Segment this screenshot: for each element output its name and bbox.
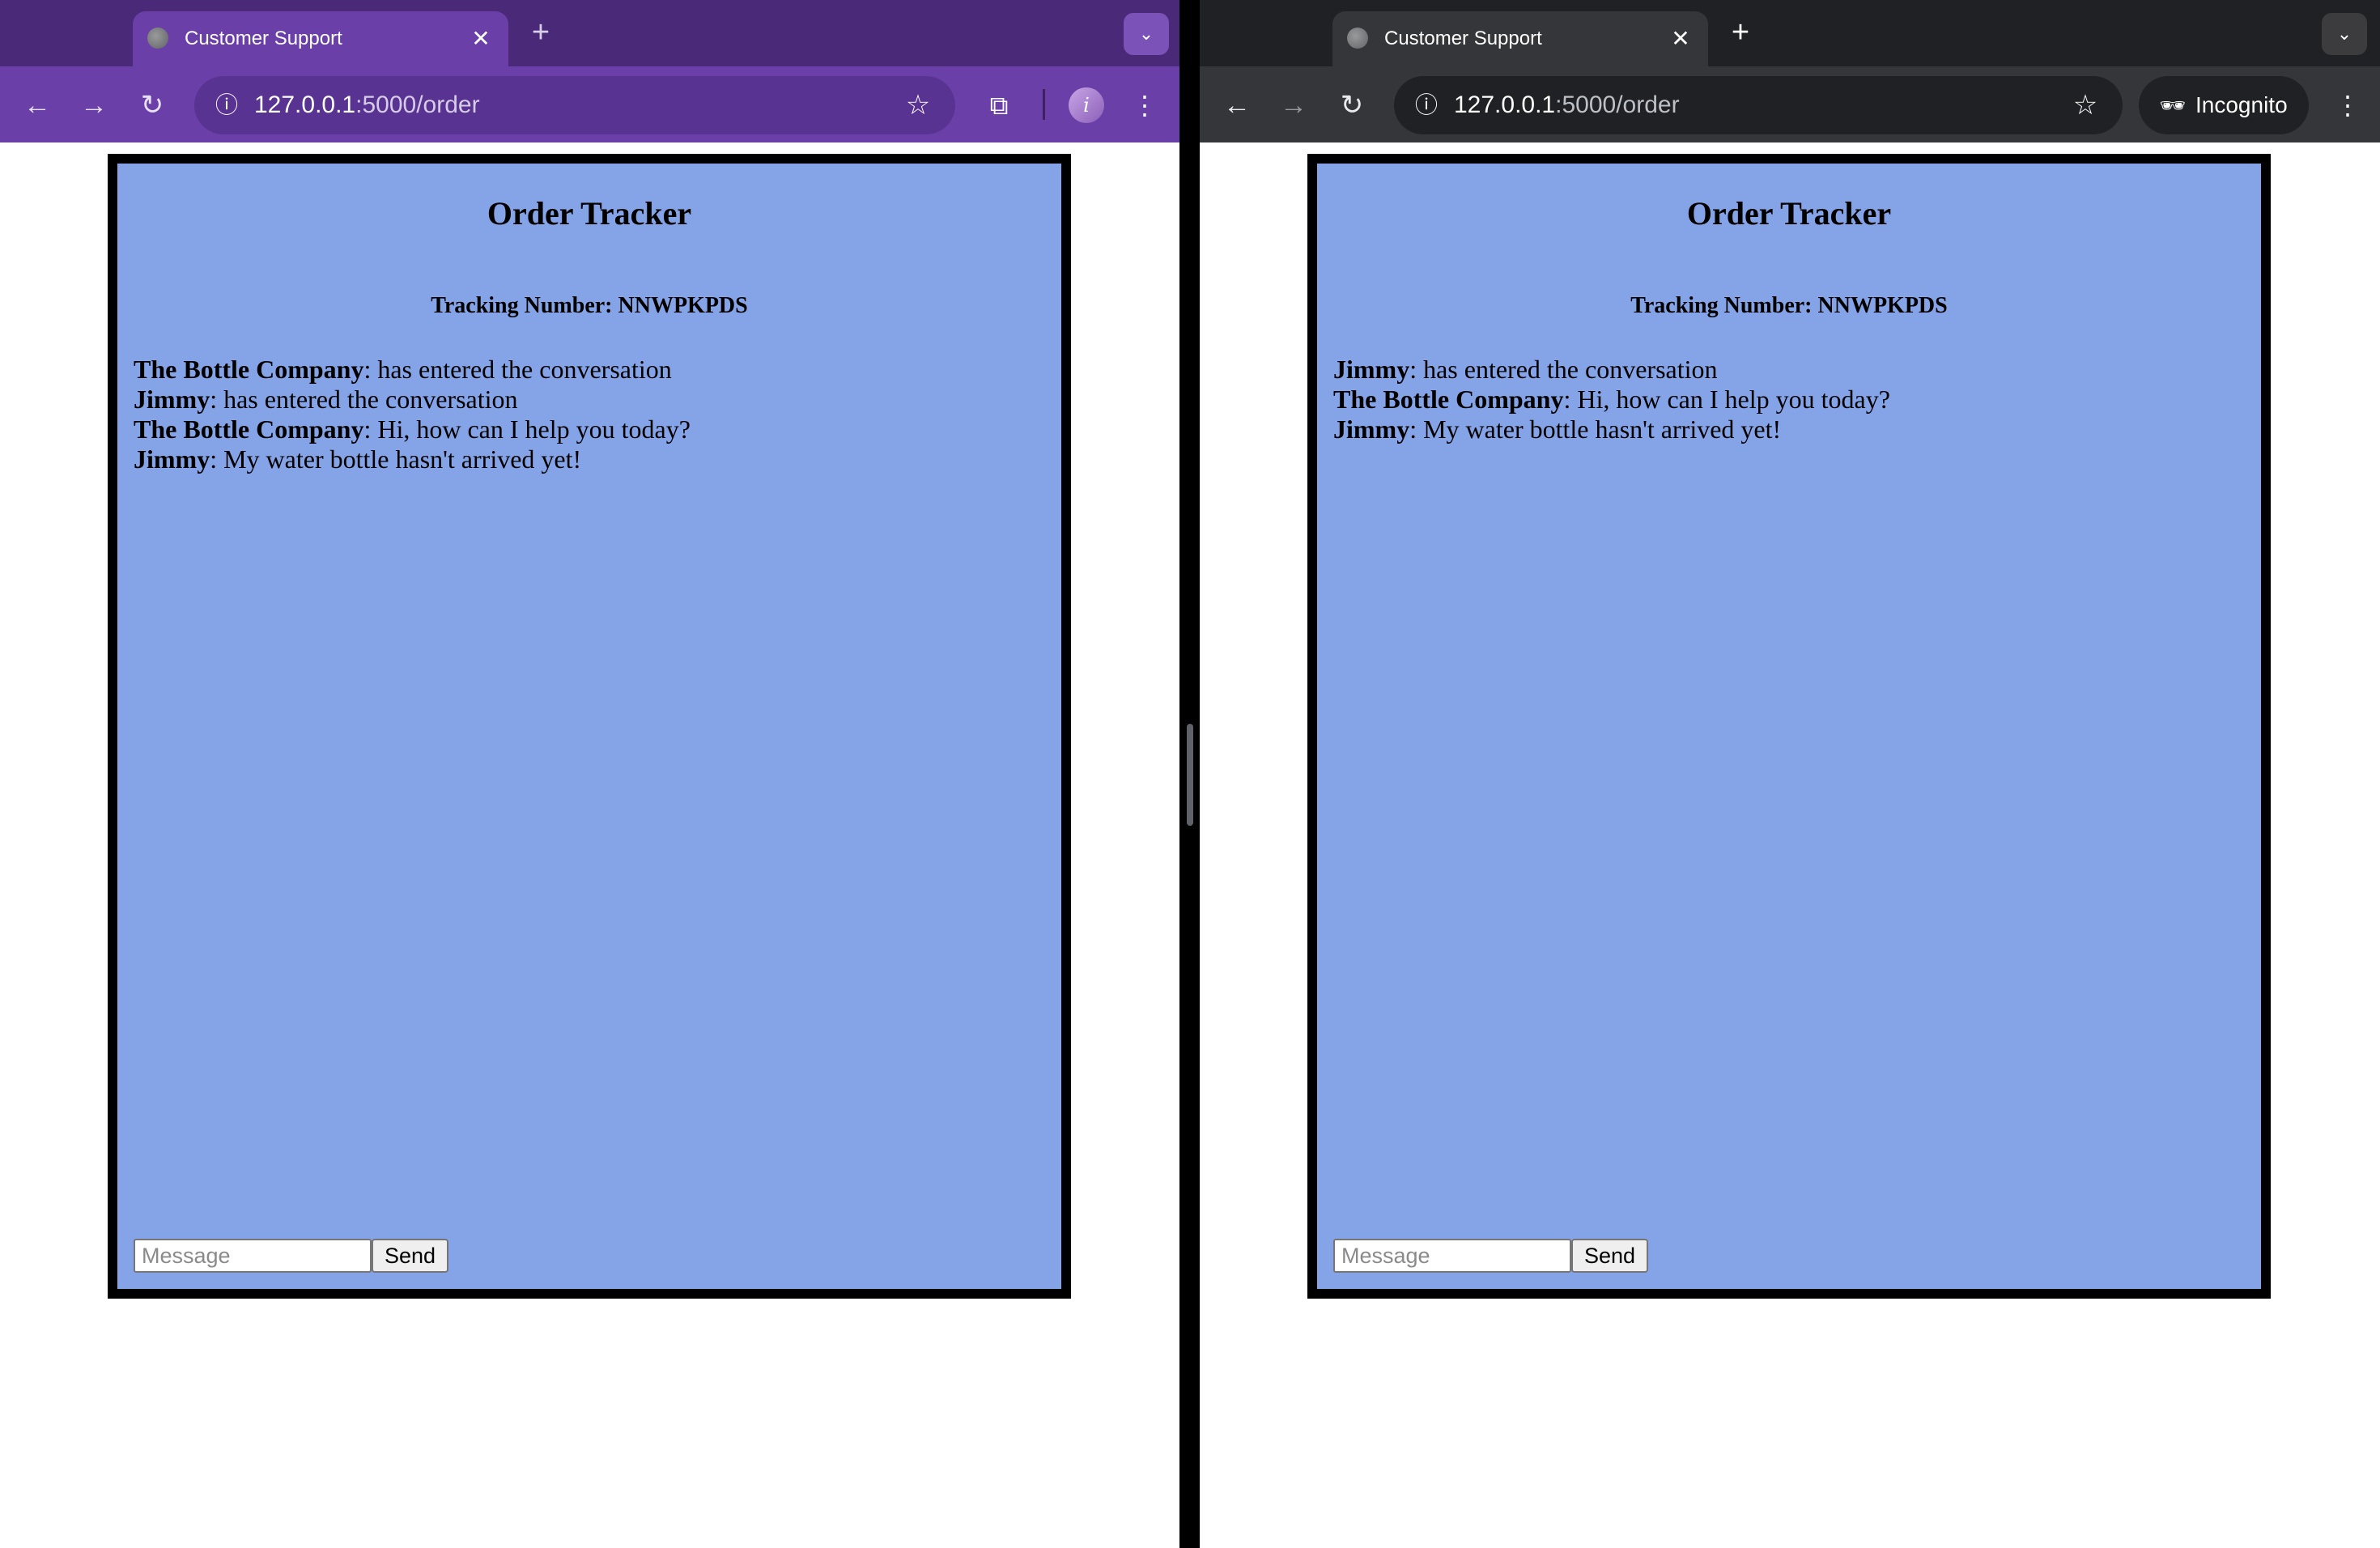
star-icon[interactable]: ☆ [899,86,937,125]
url-path: :5000/order [1555,91,1680,118]
tracking-label: Tracking Number: [431,293,613,318]
browser-toolbar: ← → ↻ ⓘ 127.0.0.1:5000/order ☆ ⧉ i ⋮ [0,66,1179,142]
message-input[interactable] [134,1239,372,1273]
address-bar[interactable]: ⓘ 127.0.0.1:5000/order ☆ [1394,76,2123,134]
globe-icon [147,28,168,49]
tracking-value: NNWPKPDS [618,293,748,318]
chat-text: : My water bottle hasn't arrived yet! [1409,415,1782,444]
chat-sender: The Bottle Company [134,355,364,384]
chat-message: Jimmy: My water bottle hasn't arrived ye… [1333,415,2245,444]
chat-message: The Bottle Company: Hi, how can I help y… [1333,385,2245,415]
browser-toolbar: ← → ↻ ⓘ 127.0.0.1:5000/order ☆ 🕶 Incogni… [1200,66,2380,142]
page-viewport: Order Tracker Tracking Number: NNWPKPDS … [1200,142,2380,1548]
new-tab-button[interactable]: + [1721,15,1760,53]
back-arrow-icon: ← [1223,90,1251,121]
reload-icon: ↻ [1340,90,1364,121]
star-icon[interactable]: ☆ [2066,86,2105,125]
tab-strip: Customer Support ✕ + ⌄ [1200,0,2380,66]
chat-text: : Hi, how can I help you today? [363,415,691,444]
globe-icon [1347,28,1368,49]
close-icon[interactable]: ✕ [465,23,497,55]
address-bar[interactable]: ⓘ 127.0.0.1:5000/order ☆ [194,76,955,134]
close-icon[interactable]: ✕ [1664,23,1697,55]
url-host: 127.0.0.1 [1454,91,1556,118]
chevron-down-icon: ⌄ [2336,23,2352,44]
chat-message: The Bottle Company: Hi, how can I help y… [134,415,1045,444]
send-button[interactable]: Send [372,1239,449,1273]
chat-sender: The Bottle Company [1333,385,1564,414]
message-input[interactable] [1333,1239,1571,1273]
kebab-menu-icon[interactable]: ⋮ [1124,84,1166,126]
split-view-divider [1179,0,1200,1548]
tracking-value: NNWPKPDS [1817,293,1948,318]
chat-message: Jimmy: has entered the conversation [134,385,1045,415]
chat-text: : has entered the conversation [363,355,672,384]
back-button[interactable]: ← [1216,84,1258,126]
order-tracker-panel: Order Tracker Tracking Number: NNWPKPDS … [1307,154,2271,1299]
split-resize-handle[interactable] [1187,724,1193,826]
forward-button[interactable]: → [1273,84,1315,126]
chat-sender: The Bottle Company [134,415,364,444]
profile-avatar[interactable]: i [1069,87,1104,123]
order-tracker-panel: Order Tracker Tracking Number: NNWPKPDS … [108,154,1071,1299]
incognito-icon: 🕶 [2159,93,2187,117]
info-icon[interactable]: ⓘ [209,87,244,123]
send-button[interactable]: Send [1571,1239,1649,1273]
incognito-label: Incognito [2195,92,2288,117]
tracking-label: Tracking Number: [1630,293,1813,318]
reload-button[interactable]: ↻ [1331,84,1373,126]
forward-button[interactable]: → [73,84,115,126]
back-button[interactable]: ← [16,84,58,126]
browser-window-left: Customer Support ✕ + ⌄ ← → ↻ ⓘ 127.0.0.1… [0,0,1179,1548]
chat-text: : My water bottle hasn't arrived yet! [210,444,582,474]
tab-title: Customer Support [185,28,342,49]
chat-sender: Jimmy [134,385,210,414]
chat-message: Jimmy: has entered the conversation [1333,355,2245,385]
chat-text: : has entered the conversation [210,385,518,414]
tab-strip: Customer Support ✕ + ⌄ [0,0,1179,66]
chat-message: Jimmy: My water bottle hasn't arrived ye… [134,444,1045,474]
url-text[interactable]: 127.0.0.1:5000/order [254,76,480,134]
reload-icon: ↻ [140,90,164,121]
toolbar-separator [1043,89,1045,120]
chat-log: The Bottle Company: has entered the conv… [134,355,1045,474]
page-title: Order Tracker [1686,195,1892,232]
info-icon[interactable]: ⓘ [1409,87,1444,123]
url-path: :5000/order [355,91,480,118]
tracking-number: Tracking Number: NNWPKPDS [1317,293,2261,319]
url-host: 127.0.0.1 [254,91,356,118]
page-title: Order Tracker [487,195,692,232]
reload-button[interactable]: ↻ [131,84,173,126]
tab-search-button[interactable]: ⌄ [1124,13,1169,55]
tab-customer-support[interactable]: Customer Support ✕ [1332,11,1708,66]
chevron-down-icon: ⌄ [1138,23,1154,44]
chat-log: Jimmy: has entered the conversation The B… [1333,355,2245,444]
forward-arrow-icon: → [80,90,108,121]
chat-text: : Hi, how can I help you today? [1563,385,1890,414]
chat-message: The Bottle Company: has entered the conv… [134,355,1045,385]
message-composer: Send [134,1239,449,1273]
url-text[interactable]: 127.0.0.1:5000/order [1454,76,1680,134]
page-viewport: Order Tracker Tracking Number: NNWPKPDS … [0,142,1179,1548]
chat-text: : has entered the conversation [1409,355,1718,384]
kebab-menu-icon[interactable]: ⋮ [2327,84,2369,126]
tracking-number: Tracking Number: NNWPKPDS [117,293,1061,319]
incognito-indicator[interactable]: 🕶 Incognito [2139,76,2309,134]
extensions-icon[interactable]: ⧉ [978,84,1020,126]
browser-window-right: Customer Support ✕ + ⌄ ← → ↻ ⓘ 127.0.0.1… [1200,0,2380,1548]
tab-search-button[interactable]: ⌄ [2322,13,2367,55]
chat-sender: Jimmy [1333,355,1410,384]
forward-arrow-icon: → [1280,90,1307,121]
chat-sender: Jimmy [1333,415,1410,444]
tab-title: Customer Support [1384,28,1542,49]
chat-sender: Jimmy [134,444,210,474]
message-composer: Send [1333,1239,1649,1273]
tab-customer-support[interactable]: Customer Support ✕ [133,11,508,66]
new-tab-button[interactable]: + [521,15,560,53]
back-arrow-icon: ← [23,90,51,121]
